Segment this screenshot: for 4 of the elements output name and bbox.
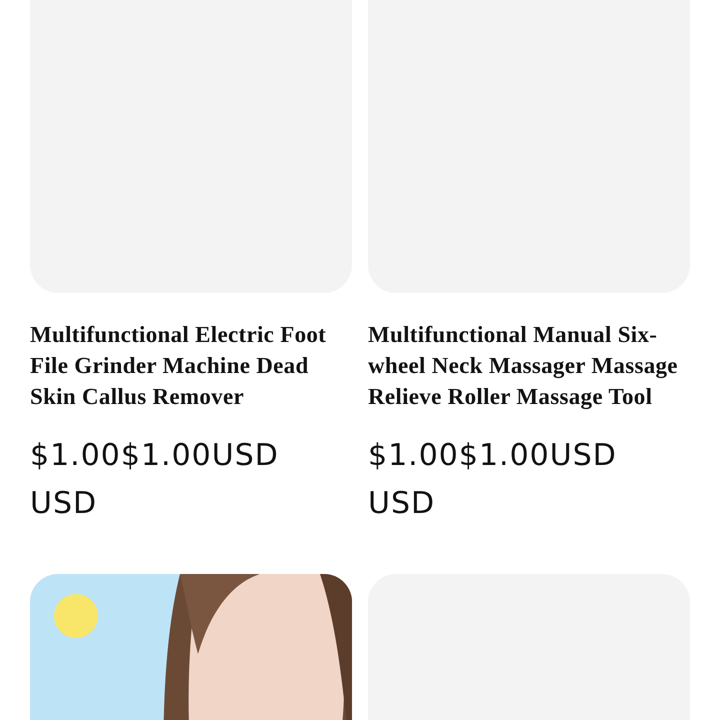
product-title[interactable]: Multifunctional Manual Six-wheel Neck Massager Massage Relieve Roller Massage Tool [368, 319, 690, 412]
product-price: $1.00$1.00USD USD [30, 437, 280, 523]
product-title[interactable]: Multifunctional Electric Foot File Grinder Machine Dead Skin Callus Remover [30, 319, 352, 412]
product-price: $1.00$1.00USD USD [368, 437, 618, 523]
